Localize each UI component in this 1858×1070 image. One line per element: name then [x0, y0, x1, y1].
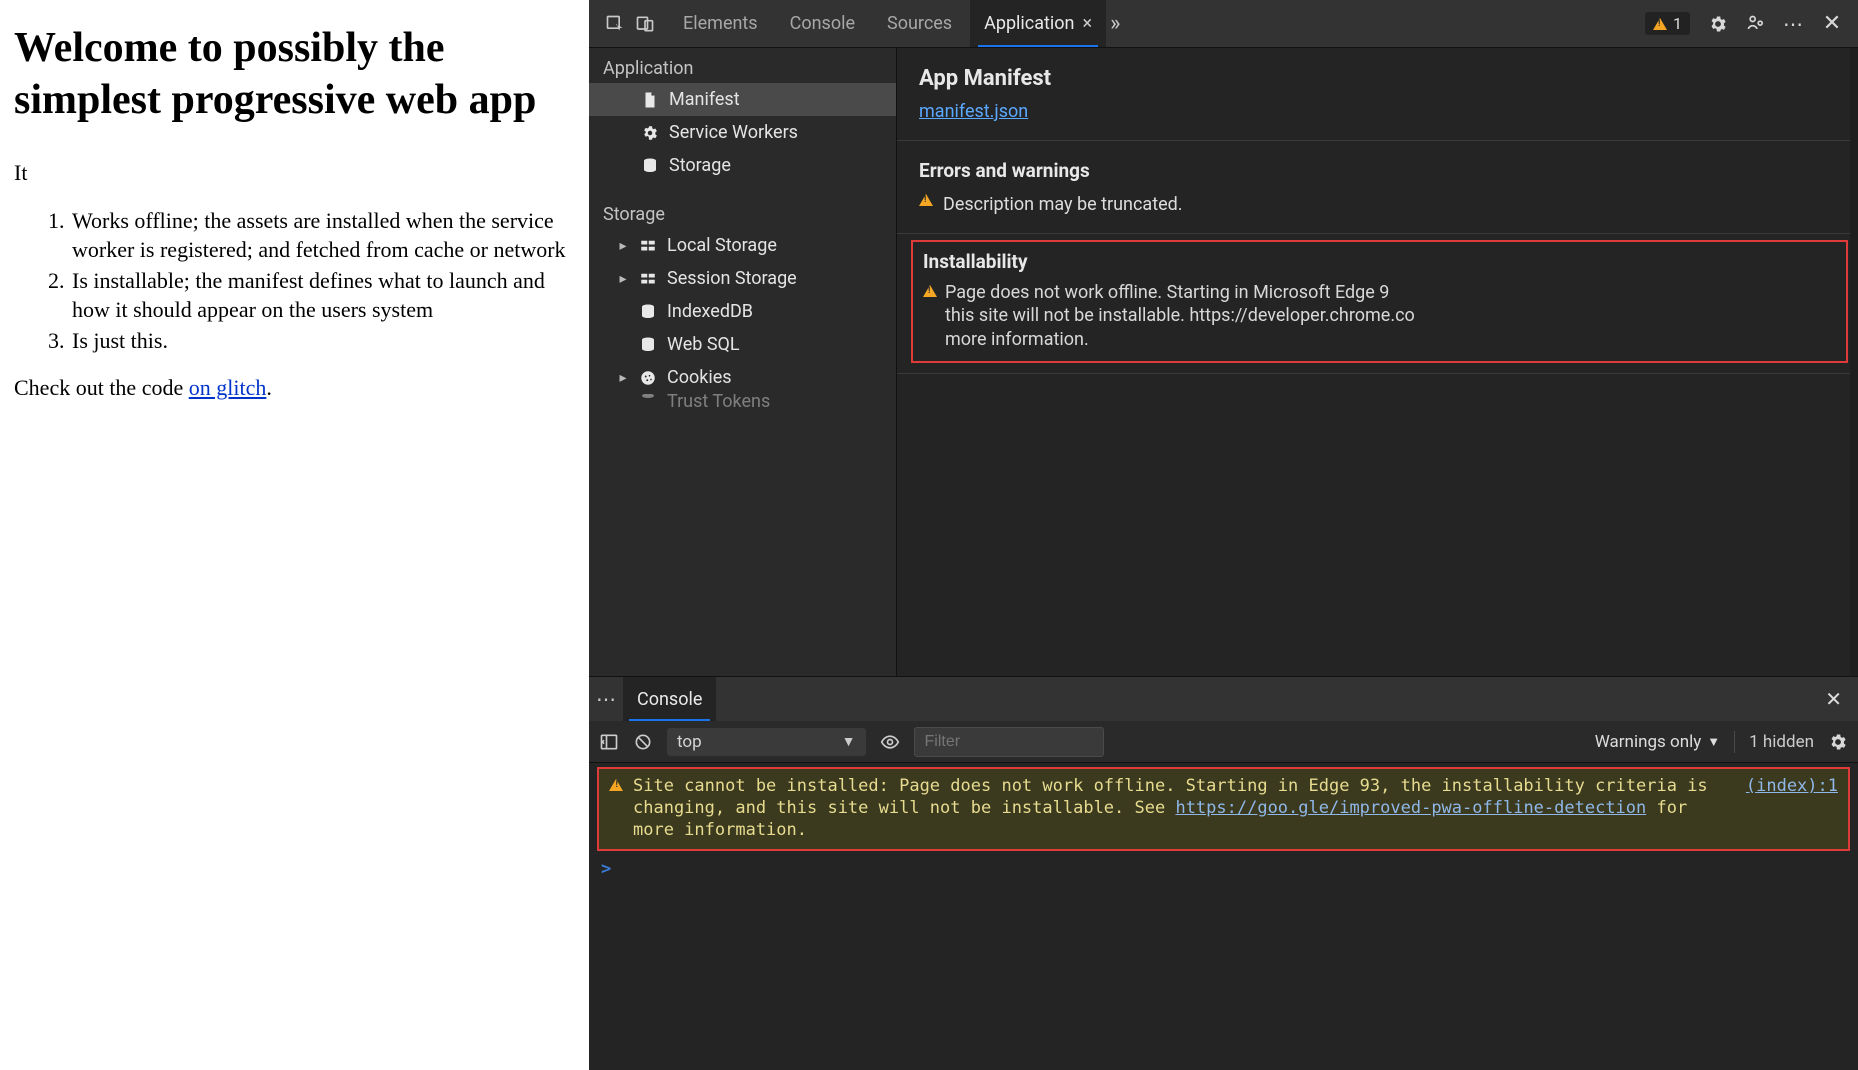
scrollbar[interactable]: [1850, 48, 1858, 676]
sidebar-item-storage[interactable]: ▸ Storage: [589, 149, 896, 182]
chevron-down-icon: ▼: [842, 733, 856, 750]
page-title: Welcome to possibly the simplest progres…: [14, 22, 575, 126]
sidebar-item-label: Session Storage: [667, 268, 797, 289]
console-settings-icon[interactable]: [1828, 732, 1848, 752]
sidebar-item-label: Cookies: [667, 367, 732, 388]
sidebar-section-application: Application: [589, 48, 896, 83]
page-list-item: Is just this.: [70, 326, 575, 355]
console-warning-row[interactable]: Site cannot be installed: Page does not …: [597, 767, 1850, 851]
console-toolbar: top ▼ Warnings only ▼ 1 hidden: [589, 721, 1858, 763]
clear-console-icon[interactable]: [633, 732, 653, 752]
warning-icon: [1653, 18, 1667, 30]
execution-context-select[interactable]: top ▼: [667, 728, 866, 756]
gear-icon: [641, 124, 659, 142]
kebab-icon[interactable]: ⋯: [1784, 14, 1804, 34]
sidebar-item-label: Local Storage: [667, 235, 777, 256]
console-sidebar-toggle-icon[interactable]: [599, 732, 619, 752]
sidebar-item-indexeddb[interactable]: ▸ IndexedDB: [589, 295, 896, 328]
sidebar-item-label: Web SQL: [667, 334, 740, 355]
sidebar-item-service-workers[interactable]: ▸ Service Workers: [589, 116, 896, 149]
cookie-icon: [639, 369, 657, 387]
drawer-more-icon[interactable]: ⋯: [597, 689, 617, 709]
grid-icon: [639, 270, 657, 288]
sidebar-item-cookies[interactable]: ▸ Cookies: [589, 361, 896, 394]
console-prompt[interactable]: >: [589, 851, 1858, 887]
console-message-link[interactable]: https://goo.gle/improved-pwa-offline-det…: [1175, 798, 1646, 818]
page-list: Works offline; the assets are installed …: [70, 206, 575, 355]
warning-icon: [609, 779, 623, 791]
console-filter-input[interactable]: [914, 727, 1104, 757]
disclosure-icon[interactable]: ▸: [617, 271, 629, 287]
chevron-down-icon: ▼: [1707, 734, 1720, 750]
live-expression-icon[interactable]: [880, 732, 900, 752]
feedback-icon[interactable]: [1746, 14, 1766, 34]
sidebar-item-label: IndexedDB: [667, 301, 753, 322]
application-sidebar: Application ▸ Manifest ▸ Service Workers…: [589, 48, 897, 676]
console-output: Site cannot be installed: Page does not …: [589, 763, 1858, 1070]
disclosure-icon[interactable]: ▸: [617, 238, 629, 254]
sidebar-item-label: Service Workers: [669, 122, 798, 143]
glitch-link[interactable]: on glitch: [189, 375, 267, 400]
sidebar-item-session-storage[interactable]: ▸ Session Storage: [589, 262, 896, 295]
grid-icon: [639, 237, 657, 255]
close-tab-icon[interactable]: ×: [1083, 13, 1093, 34]
sidebar-item-manifest[interactable]: ▸ Manifest: [589, 83, 896, 116]
sidebar-item-label: Storage: [669, 155, 731, 176]
application-panel: Application ▸ Manifest ▸ Service Workers…: [589, 48, 1858, 676]
inspect-icon[interactable]: [605, 14, 625, 34]
installability-box: Installability Page does not work offlin…: [911, 240, 1848, 363]
tab-console[interactable]: Console: [776, 0, 869, 47]
hidden-count[interactable]: 1 hidden: [1749, 732, 1814, 752]
devtools-tabbar: Elements Console Sources Application × »…: [589, 0, 1858, 48]
page-intro: It: [14, 158, 575, 188]
page-list-item: Is installable; the manifest defines wha…: [70, 266, 575, 324]
sidebar-item-trust-tokens[interactable]: ▸ Trust Tokens: [589, 394, 896, 408]
errors-message: Description may be truncated.: [943, 194, 1183, 215]
issues-count: 1: [1673, 14, 1682, 33]
more-tabs-icon[interactable]: »: [1110, 11, 1120, 36]
drawer-tabbar: ⋯ Console ✕: [589, 677, 1858, 721]
manifest-link[interactable]: manifest.json: [919, 101, 1028, 122]
database-icon: [641, 157, 659, 175]
device-toggle-icon[interactable]: [635, 14, 655, 34]
tab-elements[interactable]: Elements: [669, 0, 772, 47]
log-level-select[interactable]: Warnings only ▼: [1595, 732, 1720, 752]
page-list-item: Works offline; the assets are installed …: [70, 206, 575, 264]
document-icon: [641, 91, 659, 109]
close-drawer-icon[interactable]: ✕: [1817, 687, 1850, 711]
warning-icon: [923, 285, 937, 297]
tab-sources[interactable]: Sources: [873, 0, 966, 47]
manifest-detail: App Manifest manifest.json Errors and wa…: [897, 48, 1858, 676]
sidebar-section-storage: Storage: [589, 194, 896, 229]
console-drawer: ⋯ Console ✕ top ▼ Warnings only: [589, 676, 1858, 1070]
close-devtools-icon[interactable]: ✕: [1822, 14, 1842, 34]
warning-icon: [919, 194, 933, 206]
sidebar-item-label: Manifest: [669, 89, 740, 110]
web-page: Welcome to possibly the simplest progres…: [0, 0, 589, 1070]
database-icon: [639, 336, 657, 354]
devtools: Elements Console Sources Application × »…: [589, 0, 1858, 1070]
errors-heading: Errors and warnings: [919, 159, 1836, 182]
drawer-tab-console[interactable]: Console: [623, 677, 716, 721]
console-message-text: Site cannot be installed: Page does not …: [633, 775, 1736, 841]
sidebar-item-label: Trust Tokens: [667, 394, 770, 408]
sidebar-item-websql[interactable]: ▸ Web SQL: [589, 328, 896, 361]
database-icon: [639, 394, 657, 408]
sidebar-item-local-storage[interactable]: ▸ Local Storage: [589, 229, 896, 262]
database-icon: [639, 303, 657, 321]
detail-title: App Manifest: [919, 66, 1836, 91]
tab-application[interactable]: Application ×: [970, 0, 1106, 47]
page-outro: Check out the code on glitch.: [14, 373, 575, 403]
installability-message: Page does not work offline. Starting in …: [945, 281, 1415, 351]
disclosure-icon[interactable]: ▸: [617, 370, 629, 386]
console-source-link[interactable]: (index):1: [1746, 775, 1838, 841]
context-value: top: [677, 732, 702, 752]
installability-heading: Installability: [923, 250, 1836, 273]
issues-button[interactable]: 1: [1645, 12, 1690, 35]
settings-icon[interactable]: [1708, 14, 1728, 34]
